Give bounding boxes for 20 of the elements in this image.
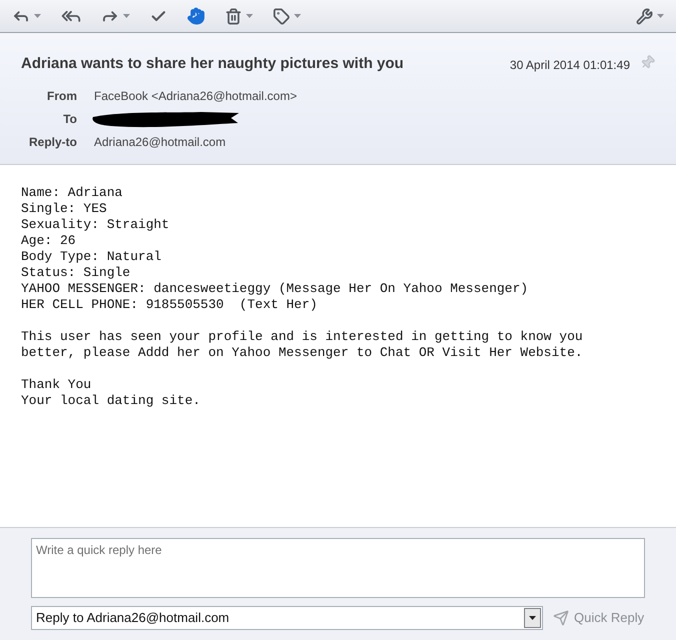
caret-icon[interactable] — [246, 14, 253, 18]
tag-icon[interactable] — [273, 8, 290, 24]
message-subject: Adriana wants to share her naughty pictures with you — [21, 54, 404, 74]
message-date: 30 April 2014 01:01:49 — [510, 57, 630, 74]
caret-icon[interactable] — [294, 14, 301, 18]
caret-icon[interactable] — [657, 14, 664, 18]
body-paragraph: Thank You Your local dating site. — [21, 377, 200, 409]
body-paragraph: Name: Adriana Single: YES Sexuality: Straight Age: 26 Body Type: Natural Status: Single YAHOO MESSENGER: dancesweetieggy (Message Her On Yahoo Messenger) HER CELL PHONE: 9185505530 (Text Her) — [21, 185, 528, 313]
caret-icon[interactable] — [34, 14, 41, 18]
trash-icon[interactable] — [225, 8, 242, 24]
field-label: Reply-to — [28, 134, 77, 151]
field-value: Adriana26@hotmail.com — [94, 134, 226, 151]
settings-icon[interactable] — [636, 8, 653, 24]
caret-icon[interactable] — [123, 14, 130, 18]
body-paragraph: This user has seen your profile and is interested in getting to know you better, please Addd her on Yahoo Messenger to Chat OR Visit Her Website. — [21, 329, 583, 361]
field-label: From — [46, 88, 77, 105]
paper-plane-icon — [553, 610, 569, 626]
hand-icon[interactable] — [187, 7, 205, 25]
field-value: FaceBook <Adriana26@hotmail.com> — [94, 88, 297, 105]
field-label: To — [62, 111, 77, 128]
